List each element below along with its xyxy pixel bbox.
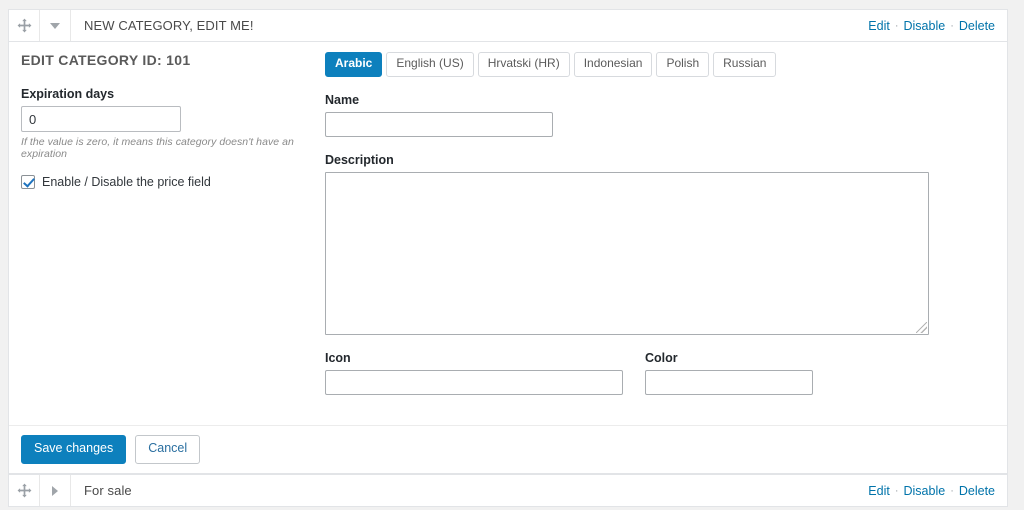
action-separator: · <box>950 19 954 32</box>
price-field-label: Enable / Disable the price field <box>42 175 211 189</box>
move-icon <box>17 18 31 33</box>
left-settings-column: EDIT CATEGORY ID: 101 Expiration days If… <box>21 52 311 189</box>
category-title-bottom: For sale <box>84 483 132 498</box>
translation-column: Arabic English (US) Hrvatski (HR) Indone… <box>325 52 995 395</box>
tab-arabic[interactable]: Arabic <box>325 52 383 77</box>
expiration-days-label: Expiration days <box>21 87 115 101</box>
color-field-group: Color <box>645 351 813 395</box>
action-separator: · <box>950 484 954 497</box>
triangle-down-icon <box>50 22 60 29</box>
expiration-help-text: If the value is zero, it means this cate… <box>21 136 294 160</box>
icon-label: Icon <box>325 350 351 365</box>
description-textarea[interactable] <box>325 171 929 335</box>
icon-color-row: Icon Color <box>325 351 995 395</box>
expand-toggle-top[interactable] <box>40 10 71 41</box>
description-wrapper <box>325 171 929 335</box>
tab-indonesian[interactable]: Indonesian <box>573 52 653 77</box>
action-separator: · <box>894 19 899 32</box>
page-root: NEW CATEGORY, EDIT ME! Edit · Disable · … <box>0 0 1024 510</box>
move-icon <box>17 483 31 498</box>
language-tabs: Arabic English (US) Hrvatski (HR) Indone… <box>325 52 995 77</box>
delete-link-top[interactable]: Delete <box>959 19 995 33</box>
icon-field-group: Icon <box>325 351 645 395</box>
disable-link-bottom[interactable]: Disable <box>904 484 946 498</box>
name-input[interactable] <box>325 111 553 137</box>
edit-link-bottom[interactable]: Edit <box>868 484 890 498</box>
price-field-checkbox[interactable] <box>21 175 35 189</box>
name-label: Name <box>325 92 360 107</box>
drag-handle-top[interactable] <box>9 10 40 41</box>
edit-link-top[interactable]: Edit <box>868 19 890 33</box>
panel-footer: Save changes Cancel <box>9 425 1007 473</box>
save-changes-button[interactable]: Save changes <box>21 435 127 464</box>
expand-toggle-bottom[interactable] <box>40 475 71 506</box>
color-label: Color <box>645 350 678 365</box>
row-actions-bottom: Edit · Disable · Delete <box>868 475 1007 506</box>
tab-russian[interactable]: Russian <box>713 52 777 77</box>
tab-polish[interactable]: Polish <box>656 52 710 77</box>
tab-english-us[interactable]: English (US) <box>386 52 474 77</box>
icon-input[interactable] <box>325 369 623 395</box>
cancel-button[interactable]: Cancel <box>135 435 201 464</box>
category-row-header: NEW CATEGORY, EDIT ME! Edit · Disable · … <box>8 9 1008 42</box>
expiration-days-input[interactable] <box>21 106 181 132</box>
panel-body: EDIT CATEGORY ID: 101 Expiration days If… <box>9 42 1007 425</box>
category-row-for-sale: For sale Edit · Disable · Delete <box>8 474 1008 507</box>
disable-link-top[interactable]: Disable <box>904 19 946 33</box>
price-field-checkbox-row[interactable]: Enable / Disable the price field <box>21 175 311 189</box>
drag-handle-bottom[interactable] <box>9 475 40 506</box>
triangle-right-icon <box>52 485 58 496</box>
description-label: Description <box>325 152 394 167</box>
row-actions-top: Edit · Disable · Delete <box>868 10 1007 41</box>
action-separator: · <box>894 484 899 497</box>
color-input[interactable] <box>645 369 813 395</box>
category-title-top: NEW CATEGORY, EDIT ME! <box>84 18 254 33</box>
edit-category-panel: EDIT CATEGORY ID: 101 Expiration days If… <box>8 42 1008 474</box>
page-title: EDIT CATEGORY ID: 101 <box>21 52 191 68</box>
tab-hrvatski-hr[interactable]: Hrvatski (HR) <box>477 52 570 77</box>
delete-link-bottom[interactable]: Delete <box>959 484 995 498</box>
